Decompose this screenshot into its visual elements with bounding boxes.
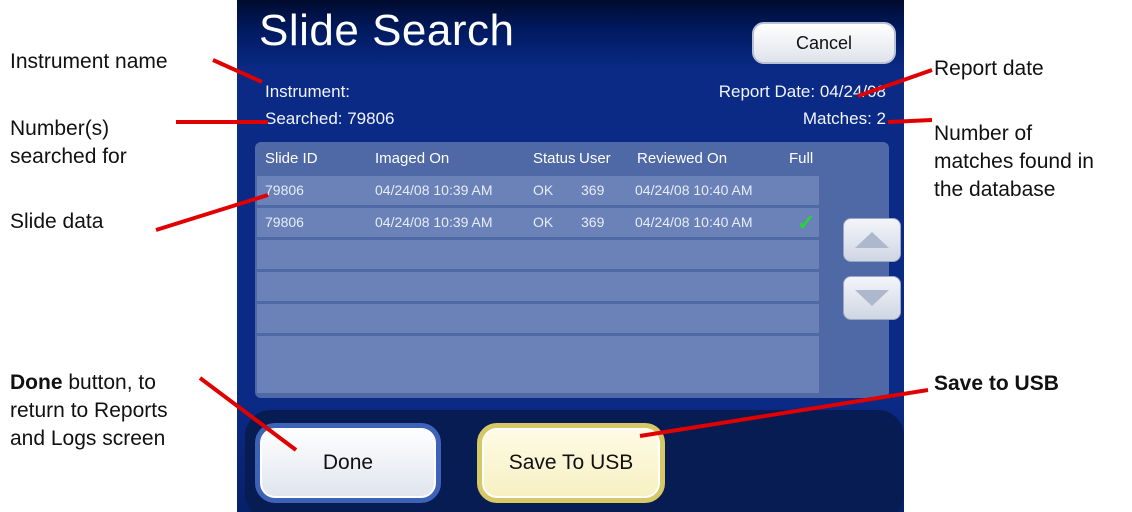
table-row[interactable]: 79806 04/24/08 10:39 AM OK 369 04/24/08 … [257, 176, 819, 205]
annotation-save-usb: Save to USB [934, 370, 1059, 398]
results-table: Slide ID Imaged On Status User Reviewed … [255, 142, 901, 398]
annotation-slide-data-text: Slide data [10, 210, 104, 233]
empty-table-row [257, 272, 819, 301]
annotation-done-rest: button, to [62, 371, 156, 394]
cell-slide-id: 79806 [265, 214, 304, 230]
report-date-text: Report Date: 04/24/08 [718, 82, 886, 101]
slide-search-screen: Slide Search Cancel Instrument: Searched… [237, 0, 904, 512]
matches-text: Matches: 2 [802, 109, 886, 128]
instrument-label: Instrument: [265, 82, 351, 101]
cancel-button[interactable]: Cancel [752, 22, 896, 64]
table-row[interactable]: 79806 04/24/08 10:39 AM OK 369 04/24/08 … [257, 208, 819, 237]
annotation-done-line1: Done button, to [10, 369, 168, 397]
searched-text: Searched: 79806 [265, 109, 395, 128]
cell-imaged-on: 04/24/08 10:39 AM [375, 214, 493, 230]
cell-status: OK [533, 214, 554, 230]
empty-table-row [257, 364, 819, 393]
save-to-usb-button[interactable]: Save To USB [477, 423, 665, 503]
empty-table-row [257, 336, 819, 365]
annotation-instrument-name: Instrument name [10, 48, 168, 76]
annotation-matches-line1: Number of [934, 122, 1033, 145]
annotation-done-bold: Done [10, 371, 63, 394]
done-button[interactable]: Done [255, 423, 441, 503]
annotation-done-line2: return to Reports [10, 399, 168, 422]
annotation-matches-line2: matches found in [934, 150, 1094, 173]
annotation-slide-data: Slide data [10, 208, 103, 236]
triangle-up-icon [855, 232, 889, 248]
column-header-user: User [579, 150, 611, 167]
column-header-full: Full [789, 150, 814, 167]
annotation-report-date: Report date [934, 55, 1044, 83]
cell-user: 369 [581, 182, 605, 198]
scroll-down-button[interactable] [843, 276, 901, 320]
cell-status: OK [533, 182, 554, 198]
cell-reviewed-on: 04/24/08 10:40 AM [635, 182, 753, 198]
annotation-done-button: Done button, to return to Reports and Lo… [10, 369, 168, 453]
annotation-numbers-searched: Number(s) searched for [10, 115, 127, 171]
triangle-down-icon [855, 290, 889, 306]
column-header-reviewed-on: Reviewed On [637, 150, 728, 167]
column-header-status: Status [533, 150, 576, 167]
annotation-report-date-text: Report date [934, 57, 1044, 80]
empty-table-row [257, 304, 819, 333]
page-title: Slide Search [259, 6, 515, 55]
annotation-numbers-searched-line2: searched for [10, 145, 127, 168]
annotation-matches: Number of matches found in the database [934, 120, 1094, 204]
column-header-imaged-on: Imaged On [375, 150, 450, 167]
annotation-done-line3: and Logs screen [10, 427, 166, 450]
annotation-numbers-searched-line1: Number(s) [10, 117, 110, 140]
checkmark-icon: ✓ [797, 210, 816, 235]
annotation-instrument-name-text: Instrument name [10, 50, 168, 73]
scroll-up-button[interactable] [843, 218, 901, 262]
cell-imaged-on: 04/24/08 10:39 AM [375, 182, 493, 198]
empty-table-row [257, 240, 819, 269]
cell-user: 369 [581, 214, 605, 230]
cell-reviewed-on: 04/24/08 10:40 AM [635, 214, 753, 230]
column-header-slide-id: Slide ID [265, 150, 318, 167]
cell-slide-id: 79806 [265, 182, 304, 198]
annotation-save-usb-text: Save to USB [934, 372, 1059, 395]
annotation-matches-line3: the database [934, 178, 1056, 201]
